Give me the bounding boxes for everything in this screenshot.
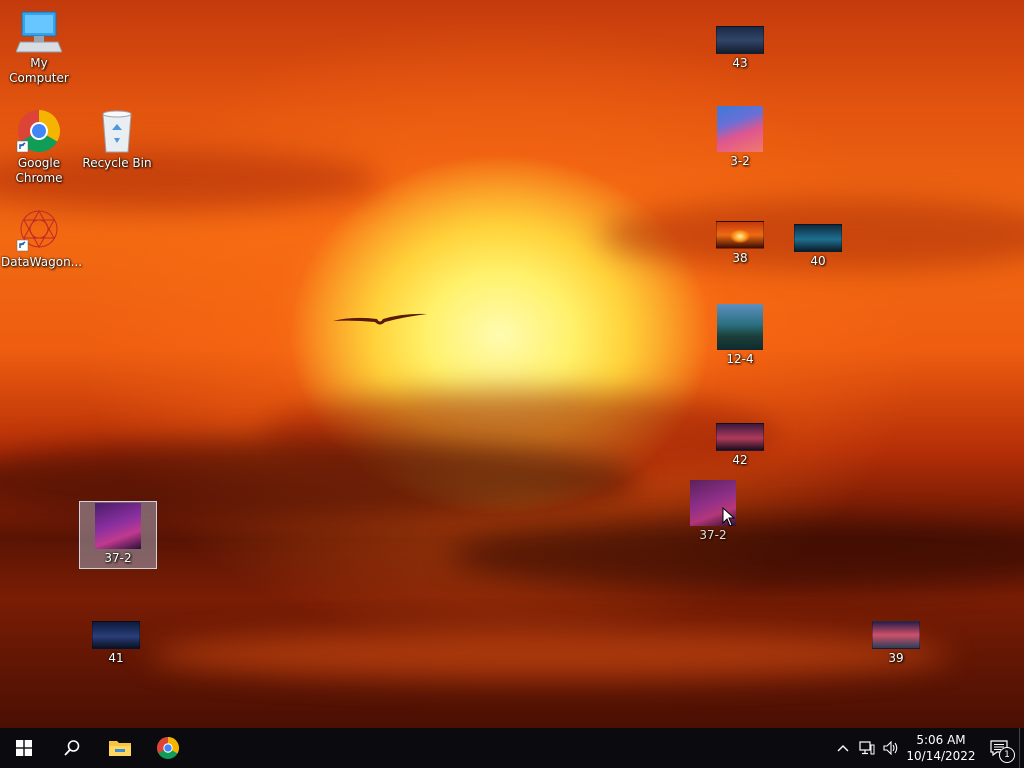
volume-button[interactable]	[879, 728, 903, 768]
search-icon	[64, 740, 80, 756]
recycle-bin-icon-tile[interactable]: Recycle Bin	[79, 108, 155, 171]
start-button[interactable]	[0, 728, 48, 768]
recycle-bin-icon	[102, 110, 132, 153]
icon-label: 3-2	[730, 154, 750, 168]
icon-label: 41	[108, 651, 124, 665]
show-hidden-icons-button[interactable]	[831, 728, 855, 768]
image-file-41[interactable]: 41	[78, 621, 154, 666]
action-center-button[interactable]: 1	[979, 728, 1019, 768]
folder-icon	[109, 741, 131, 756]
icon-label: 37-2	[104, 551, 132, 565]
icon-label: 43	[732, 56, 748, 70]
chrome-taskbar-button[interactable]	[144, 728, 192, 768]
icon-label: My Computer	[9, 56, 69, 85]
image-thumbnail	[717, 106, 763, 152]
chrome-icon	[16, 109, 61, 153]
wallpaper-cloud	[150, 630, 950, 680]
notification-count-badge: 1	[999, 747, 1015, 763]
image-thumbnail	[716, 26, 764, 54]
icon-label: 37-2	[699, 528, 727, 542]
image-file-38[interactable]: 38	[702, 221, 778, 266]
bird-silhouette	[333, 313, 427, 325]
image-thumbnail	[95, 503, 141, 549]
image-file-37-2-selected[interactable]: 37-2	[79, 501, 157, 569]
icon-label: 39	[888, 651, 904, 665]
network-button[interactable]	[855, 728, 879, 768]
image-file-3-2[interactable]: 3-2	[702, 106, 778, 169]
image-thumbnail	[716, 423, 764, 451]
my-computer-icon-tile[interactable]: My Computer	[1, 10, 77, 86]
icon-label: DataWagon...	[1, 255, 83, 269]
clock-date: 10/14/2022	[906, 749, 976, 763]
taskbar-clock[interactable]: 5:06 AM 10/14/2022	[903, 732, 979, 764]
icon-label: Google Chrome	[15, 156, 63, 185]
image-file-40[interactable]: 40	[780, 224, 856, 269]
network-icon	[859, 741, 875, 755]
image-thumbnail	[794, 224, 842, 252]
icon-label: Recycle Bin	[82, 156, 152, 170]
datawagon-icon-tile[interactable]: DataWagon...	[1, 207, 83, 270]
image-file-42[interactable]: 42	[702, 423, 778, 468]
icon-label: 38	[732, 251, 748, 265]
windows-logo-icon	[16, 740, 32, 756]
image-thumbnail	[716, 221, 764, 249]
file-explorer-taskbar-button[interactable]	[96, 728, 144, 768]
show-desktop-button[interactable]	[1019, 728, 1024, 768]
system-tray: 5:06 AM 10/14/2022 1	[831, 728, 1024, 768]
taskbar: 5:06 AM 10/14/2022 1	[0, 728, 1024, 768]
speaker-icon	[883, 741, 898, 755]
image-thumbnail	[872, 621, 920, 649]
clock-time: 5:06 AM	[916, 733, 966, 747]
image-file-43[interactable]: 43	[702, 26, 778, 71]
image-file-37-2-dragging[interactable]: 37-2	[675, 480, 751, 543]
image-file-12-4[interactable]: 12-4	[702, 304, 778, 367]
chevron-up-icon	[837, 745, 849, 752]
image-thumbnail	[717, 304, 763, 350]
desktop[interactable]: My Computer Google Chrome Recycle Bin Da…	[0, 0, 1024, 728]
image-thumbnail	[92, 621, 140, 649]
image-file-39[interactable]: 39	[858, 621, 934, 666]
chrome-icon	[157, 737, 179, 759]
search-button[interactable]	[48, 728, 96, 768]
mouse-cursor-icon	[722, 507, 736, 527]
google-chrome-icon-tile[interactable]: Google Chrome	[1, 108, 77, 186]
datawagon-icon	[16, 209, 58, 252]
computer-icon	[16, 11, 62, 53]
icon-label: 42	[732, 453, 748, 467]
icon-label: 40	[810, 254, 826, 268]
icon-label: 12-4	[726, 352, 754, 366]
